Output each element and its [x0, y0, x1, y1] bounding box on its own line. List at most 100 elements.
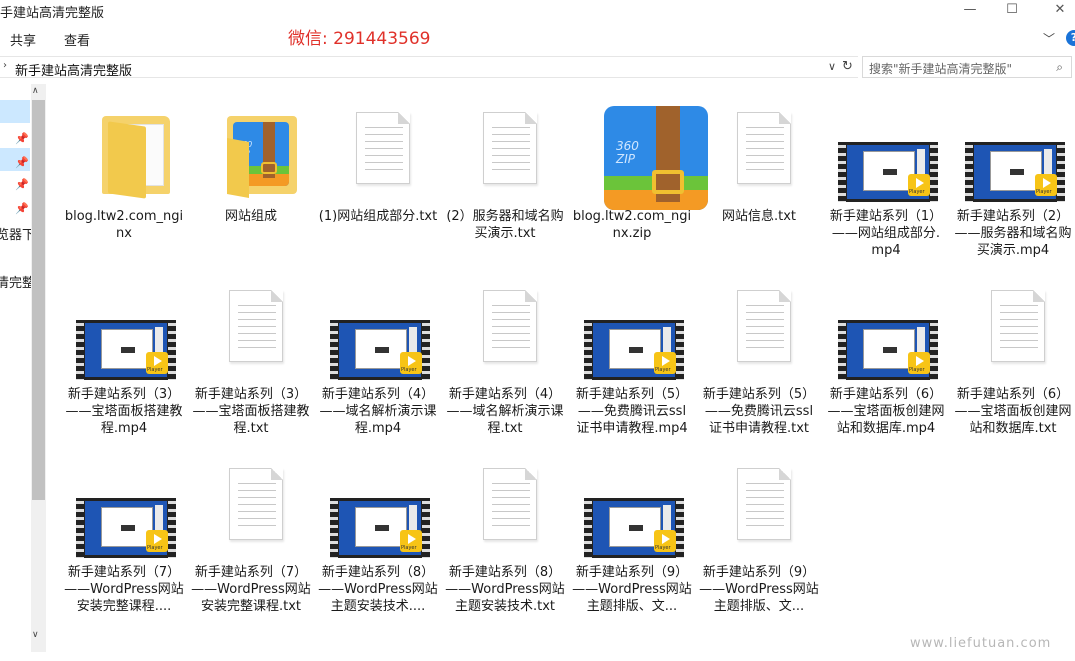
file-name: 新手建站系列（7）——WordPress网站安装完整课程.... — [64, 565, 184, 614]
text-line — [746, 141, 784, 142]
file-name: 新手建站系列（6）——宝塔面板创建网站和数据库.mp4 — [827, 387, 945, 436]
search-icon[interactable]: ⌕ — [1056, 60, 1063, 75]
address-bar[interactable]: › 新手建站高清完整版 ∨ ↻ — [0, 56, 858, 79]
ribbon: 共享 查看 微信: 291443569 ﹀ ? — [0, 22, 1075, 54]
minimize-button[interactable]: — — [955, 0, 985, 22]
file-item[interactable]: 新手建站系列（9）——WordPress网站主题排版、文... — [697, 450, 821, 620]
file-item[interactable]: 新手建站系列（5）——免费腾讯云ssl证书申请教程.mp4 — [570, 272, 694, 442]
film-strip — [76, 320, 84, 380]
refresh-icon[interactable]: ↻ — [842, 59, 853, 74]
text-line — [238, 483, 276, 484]
film-strip — [676, 320, 684, 380]
film-strip — [168, 320, 176, 380]
file-name: 新手建站系列（3）——宝塔面板搭建教程.mp4 — [65, 387, 183, 436]
file-name: 新手建站系列（6）——宝塔面板创建网站和数据库.txt — [954, 387, 1072, 436]
file-item[interactable]: (2）服务器和域名购买演示.txt — [443, 94, 567, 264]
text-line — [1000, 347, 1038, 348]
window-title: 手建站高清完整版 — [0, 6, 105, 21]
video-dialog — [629, 525, 643, 531]
nav-item-label[interactable]: 览器下 — [0, 224, 35, 243]
file-item[interactable]: 新手建站系列（3）——宝塔面板搭建教程.txt — [189, 272, 313, 442]
text-line — [492, 127, 530, 128]
file-item[interactable]: 新手建站系列（6）——宝塔面板创建网站和数据库.txt — [951, 272, 1075, 442]
file-item[interactable]: 新手建站系列（8）——WordPress网站主题安装技术.... — [316, 450, 440, 620]
file-item[interactable]: 360 ZIP blog.ltw2.com_nginx.zip — [570, 94, 708, 264]
text-line — [492, 518, 530, 519]
video-dialog — [883, 347, 897, 353]
folder-front — [227, 138, 249, 198]
file-item[interactable]: 新手建站系列（4）——域名解析演示课程.mp4 — [316, 272, 440, 442]
txt-icon — [443, 94, 567, 212]
txt-icon — [189, 272, 313, 390]
wechat-overlay-text: 微信: 291443569 — [288, 29, 431, 49]
player-icon — [400, 530, 422, 552]
file-item[interactable]: 新手建站系列（1）——网站组成部分.mp4 — [824, 94, 948, 264]
text-line — [238, 497, 276, 498]
chevron-down-icon[interactable]: ﹀ — [1043, 30, 1055, 47]
file-name: 网站信息.txt — [721, 209, 797, 224]
text-line — [746, 319, 784, 320]
text-line — [746, 155, 784, 156]
scroll-down-arrow[interactable]: ∨ — [32, 630, 39, 640]
file-item[interactable]: 新手建站系列（8）——WordPress网站主题安装技术.txt — [443, 450, 567, 620]
text-line — [492, 525, 530, 526]
text-line — [746, 340, 784, 341]
text-line — [746, 326, 784, 327]
nav-item-selected[interactable] — [0, 100, 30, 123]
video-dialog — [1010, 169, 1024, 175]
file-item[interactable]: 新手建站系列（5）——免费腾讯云ssl证书申请教程.txt — [697, 272, 821, 442]
tab-share[interactable]: 共享 — [10, 30, 36, 49]
dropdown-icon[interactable]: ∨ — [828, 60, 836, 73]
text-line — [492, 511, 530, 512]
text-line — [492, 141, 530, 142]
text-line — [492, 169, 530, 170]
text-document-icon — [991, 290, 1045, 362]
video-icon — [951, 94, 1075, 212]
file-item[interactable]: 360ZIP网站组成 — [189, 94, 313, 264]
file-item[interactable]: blog.ltw2.com_nginx — [62, 94, 186, 264]
file-name: blog.ltw2.com_nginx.zip — [572, 209, 692, 241]
close-button[interactable]: ✕ — [1045, 0, 1075, 22]
file-name: (2）服务器和域名购买演示.txt — [446, 209, 564, 241]
tab-view[interactable]: 查看 — [64, 30, 90, 49]
file-name: 新手建站系列（2）——服务器和域名购买演示.mp4 — [954, 209, 1072, 258]
text-line — [746, 497, 784, 498]
title-bar: 手建站高清完整版 — ☐ ✕ — [0, 0, 1075, 22]
text-line — [365, 127, 403, 128]
scrollbar-thumb[interactable] — [32, 100, 45, 500]
chevron-right-icon[interactable]: › — [3, 60, 7, 71]
film-strip — [584, 320, 592, 380]
pin-icon: 📌 — [15, 178, 29, 191]
scroll-up-arrow[interactable]: ∧ — [32, 86, 39, 96]
file-item[interactable]: 新手建站系列（4）——域名解析演示课程.txt — [443, 272, 567, 442]
search-input[interactable]: 搜索"新手建站高清完整版" ⌕ — [862, 56, 1072, 78]
breadcrumb[interactable]: 新手建站高清完整版 — [15, 60, 132, 79]
txt-icon — [951, 272, 1075, 390]
file-item[interactable]: 新手建站系列（9）——WordPress网站主题排版、文... — [570, 450, 694, 620]
text-line — [746, 483, 784, 484]
file-item[interactable]: 新手建站系列（7）——WordPress网站安装完整课程.... — [62, 450, 186, 620]
text-document-icon — [356, 112, 410, 184]
nav-item-label[interactable]: 清完整 — [0, 272, 35, 291]
file-item[interactable]: 新手建站系列（2）——服务器和域名购买演示.mp4 — [951, 94, 1075, 264]
maximize-button[interactable]: ☐ — [997, 0, 1027, 22]
video-icon — [570, 272, 694, 390]
zip-icon: 360 ZIP — [570, 94, 708, 212]
film-strip — [584, 498, 592, 558]
help-icon[interactable]: ? — [1066, 30, 1075, 46]
file-item[interactable]: 新手建站系列（3）——宝塔面板搭建教程.mp4 — [62, 272, 186, 442]
film-strip — [1057, 142, 1065, 202]
text-line — [746, 490, 784, 491]
file-item[interactable]: 新手建站系列（6）——宝塔面板创建网站和数据库.mp4 — [824, 272, 948, 442]
file-item[interactable]: (1)网站组成部分.txt — [316, 94, 440, 264]
player-icon — [654, 530, 676, 552]
file-name: 新手建站系列（3）——宝塔面板搭建教程.txt — [192, 387, 310, 436]
file-name: 新手建站系列（5）——免费腾讯云ssl证书申请教程.txt — [702, 387, 816, 436]
file-name: 新手建站系列（8）——WordPress网站主题安装技术.... — [318, 565, 438, 614]
text-line — [746, 312, 784, 313]
file-item[interactable]: 新手建站系列（7）——WordPress网站安装完整课程.txt — [189, 450, 313, 620]
film-strip — [838, 142, 846, 202]
file-item[interactable]: 网站信息.txt — [697, 94, 821, 264]
file-name: 新手建站系列（1）——网站组成部分.mp4 — [829, 209, 943, 258]
video-icon — [824, 272, 948, 390]
